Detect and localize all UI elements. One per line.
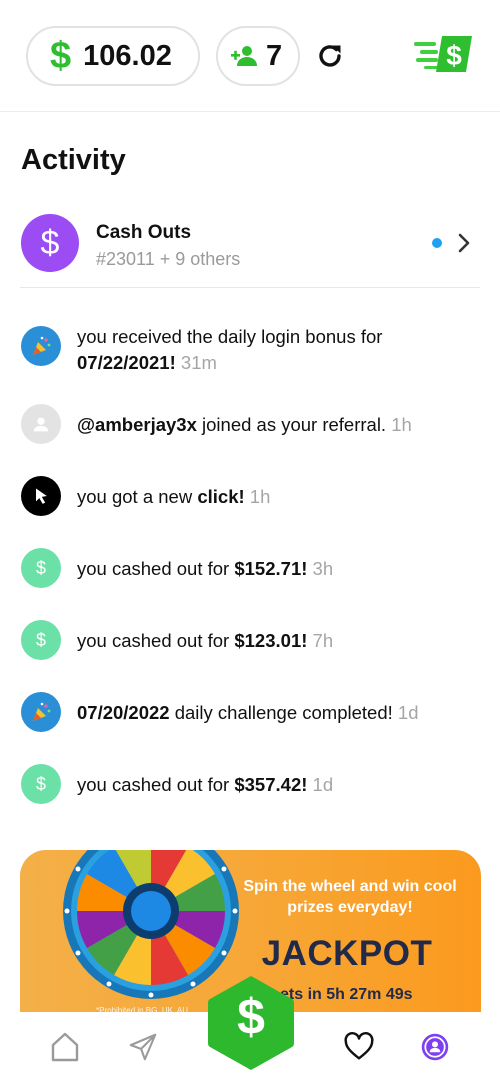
nav-favorites[interactable] bbox=[342, 1030, 376, 1064]
heart-icon bbox=[344, 1032, 374, 1060]
cursor-icon bbox=[21, 476, 61, 516]
dollar-icon: $ bbox=[21, 764, 61, 804]
feed-text: 07/20/2022 daily challenge completed! 1d bbox=[77, 702, 419, 723]
timestamp: 1d bbox=[397, 702, 419, 723]
chevron-right-icon bbox=[458, 233, 470, 253]
list-item: @amberjay3x joined as your referral. 1h bbox=[20, 402, 480, 446]
nav-profile[interactable] bbox=[418, 1030, 452, 1064]
timestamp: 1h bbox=[391, 414, 412, 435]
profile-icon bbox=[421, 1033, 449, 1061]
balance-amount: 106.02 bbox=[83, 39, 172, 72]
timestamp: 7h bbox=[312, 630, 334, 651]
cash-outs-subtitle: #23011 + 9 others bbox=[96, 249, 241, 269]
add-user-icon bbox=[231, 46, 257, 66]
party-popper-icon bbox=[21, 326, 61, 366]
list-item: $ you cashed out for $357.42! 1d bbox=[20, 762, 480, 806]
send-icon bbox=[129, 1033, 157, 1061]
dollar-icon: $ bbox=[237, 989, 265, 1045]
list-item: you got a new click! 1h bbox=[20, 474, 480, 518]
banner-promo-text: Spin the wheel and win cool prizes every… bbox=[243, 878, 457, 916]
timestamp: 31m bbox=[180, 352, 217, 373]
cash-button[interactable]: $ bbox=[206, 974, 296, 1072]
unread-indicator bbox=[432, 238, 442, 248]
list-item: $ you cashed out for $123.01! 7h bbox=[20, 618, 480, 662]
dollar-icon: $ bbox=[50, 35, 72, 77]
refresh-icon bbox=[319, 45, 341, 67]
refresh-button[interactable] bbox=[314, 40, 346, 72]
list-item: 07/20/2022 daily challenge completed! 1d bbox=[20, 690, 480, 734]
list-item: you received the daily login bonus for 0… bbox=[20, 324, 480, 374]
home-icon bbox=[51, 1032, 79, 1062]
feed-text: you cashed out for $123.01! 7h bbox=[77, 630, 334, 651]
list-item: $ you cashed out for $152.71! 3h bbox=[20, 546, 480, 590]
jackpot-label: JACKPOT bbox=[261, 934, 433, 973]
timestamp: 1d bbox=[312, 774, 334, 795]
nav-send[interactable] bbox=[126, 1030, 160, 1064]
nav-home[interactable] bbox=[48, 1030, 82, 1064]
cash-outs-avatar: $ bbox=[21, 214, 79, 272]
feed-text: @amberjay3x joined as your referral. 1h bbox=[77, 414, 412, 435]
app-logo: $ bbox=[412, 34, 478, 74]
timestamp: 3h bbox=[312, 558, 334, 579]
feed-text: you cashed out for $357.42! 1d bbox=[77, 774, 334, 795]
balance-pill[interactable]: $ 106.02 bbox=[26, 26, 200, 86]
referral-count: 7 bbox=[266, 39, 283, 72]
cash-outs-row[interactable]: $ Cash Outs #23011 + 9 others bbox=[20, 212, 480, 288]
feed-text: you cashed out for $152.71! 3h bbox=[77, 558, 334, 579]
cash-outs-title: Cash Outs bbox=[96, 222, 192, 243]
referral-pill[interactable]: 7 bbox=[216, 26, 300, 86]
party-popper-icon bbox=[21, 692, 61, 732]
dollar-icon: $ bbox=[21, 548, 61, 588]
timestamp: 1h bbox=[249, 486, 271, 507]
svg-text:$: $ bbox=[446, 40, 462, 71]
top-bar: $ 106.02 7 $ bbox=[0, 0, 500, 112]
feed-text: you received the daily login bonus for 0… bbox=[77, 326, 383, 373]
speeding-dollar-logo-icon: $ bbox=[414, 36, 472, 72]
feed-text: you got a new click! 1h bbox=[77, 486, 271, 507]
dollar-icon: $ bbox=[40, 223, 60, 262]
dollar-icon: $ bbox=[21, 620, 61, 660]
user-icon bbox=[21, 404, 61, 444]
activity-heading: Activity bbox=[21, 144, 126, 176]
